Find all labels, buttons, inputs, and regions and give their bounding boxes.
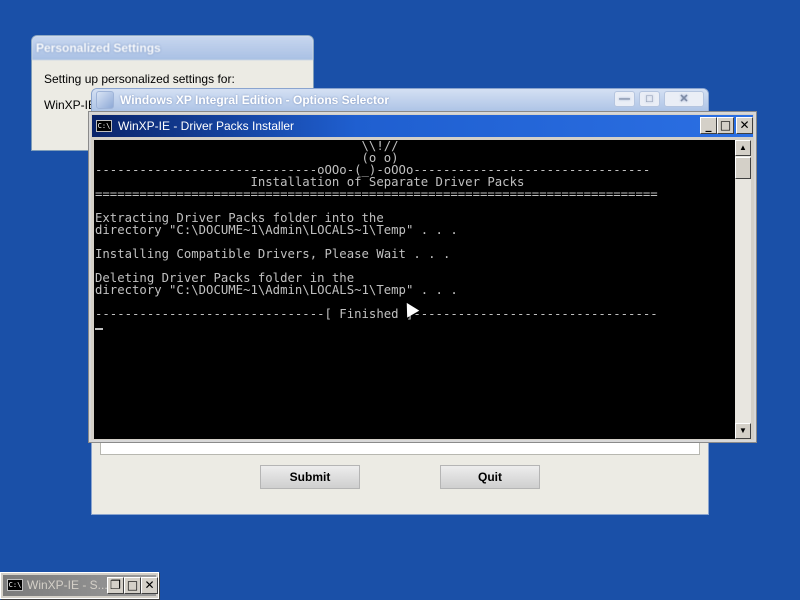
close-button[interactable]: ✕ [664, 91, 704, 107]
restore-button[interactable]: ❐ [107, 577, 124, 594]
minimized-maximize-button[interactable]: □ [124, 577, 141, 594]
scroll-thumb[interactable] [735, 157, 751, 179]
console-minimize-button[interactable]: _ [700, 117, 717, 134]
scroll-up-button[interactable]: ▲ [735, 140, 751, 156]
quit-button[interactable]: Quit [440, 465, 540, 489]
minimized-title: WinXP-IE - S... [27, 578, 108, 592]
minimized-titlebar[interactable]: C:\ WinXP-IE - S... ❐ □ ✕ [3, 575, 158, 596]
minimize-button[interactable]: — [614, 91, 635, 107]
text-cursor [95, 328, 103, 330]
console-maximize-button[interactable]: □ [717, 117, 734, 134]
options-selector-titlebar[interactable]: Windows XP Integral Edition - Options Se… [92, 89, 708, 111]
console-close-button[interactable]: ✕ [736, 117, 753, 134]
minimized-console-icon: C:\ [7, 579, 23, 591]
personalized-settings-user: WinXP-IE [44, 98, 97, 112]
submit-button[interactable]: Submit [260, 465, 360, 489]
options-selector-app-icon [96, 91, 114, 109]
console-icon: C:\ [96, 120, 112, 132]
options-selector-title: Windows XP Integral Edition - Options Se… [120, 93, 390, 107]
personalized-settings-titlebar[interactable]: Personalized Settings [32, 36, 313, 60]
console-title: WinXP-IE - Driver Packs Installer [118, 119, 295, 133]
personalized-settings-message: Setting up personalized settings for: [44, 72, 235, 86]
minimized-console-window[interactable]: C:\ WinXP-IE - S... ❐ □ ✕ [0, 572, 159, 599]
driver-packs-console-window: C:\ WinXP-IE - Driver Packs Installer _ … [89, 112, 756, 442]
console-output-text: \\!// (o o) ----------------------------… [95, 140, 658, 321]
console-output-area[interactable]: \\!// (o o) ----------------------------… [94, 140, 735, 439]
console-titlebar[interactable]: C:\ WinXP-IE - Driver Packs Installer _ … [92, 115, 753, 137]
minimized-close-button[interactable]: ✕ [141, 577, 158, 594]
scroll-down-button[interactable]: ▼ [735, 423, 751, 439]
maximize-button[interactable]: □ [639, 91, 660, 107]
vertical-scrollbar[interactable]: ▲ ▼ [735, 140, 751, 439]
